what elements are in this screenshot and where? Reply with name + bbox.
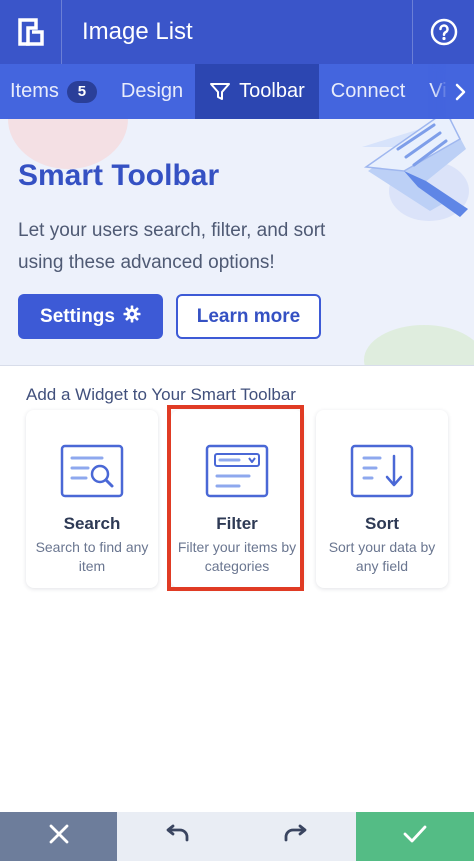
tab-connect[interactable]: Connect bbox=[319, 64, 418, 119]
banner-description: Let your users search, filter, and sort … bbox=[18, 220, 326, 273]
tab-design[interactable]: Design bbox=[109, 64, 195, 119]
filter-widget-name: Filter bbox=[216, 514, 258, 533]
items-count-badge: 5 bbox=[66, 80, 97, 103]
tab-toolbar[interactable]: Toolbar bbox=[195, 64, 319, 119]
undo-button[interactable] bbox=[117, 812, 236, 861]
settings-button[interactable]: Settings bbox=[18, 294, 163, 339]
logo-icon[interactable] bbox=[0, 0, 62, 64]
app-title: Image List bbox=[82, 18, 193, 45]
close-button[interactable] bbox=[0, 812, 117, 861]
widgets-heading: Add a Widget to Your Smart Toolbar bbox=[26, 385, 296, 404]
sort-widget-icon bbox=[350, 444, 414, 498]
smart-toolbar-banner: Smart Toolbar Let your users search, fil… bbox=[0, 119, 474, 366]
sort-widget-card[interactable]: Sort Sort your data by any field bbox=[316, 410, 448, 588]
tabs-scroll-right-icon[interactable] bbox=[446, 64, 474, 119]
decorative-blob bbox=[364, 325, 474, 365]
tab-view-label: Vi bbox=[429, 80, 447, 102]
filter-widget-icon bbox=[205, 444, 269, 498]
redo-button[interactable] bbox=[236, 812, 356, 861]
search-widget-name: Search bbox=[63, 514, 121, 533]
tab-items-label: Items bbox=[10, 80, 59, 102]
bottom-action-bar bbox=[0, 812, 474, 861]
search-widget-description: Search to find any item bbox=[35, 539, 149, 574]
funnel-icon bbox=[209, 82, 231, 102]
check-icon bbox=[402, 824, 428, 849]
sort-widget-name: Sort bbox=[365, 514, 399, 533]
undo-icon bbox=[163, 824, 191, 849]
redo-icon bbox=[282, 824, 310, 849]
filter-widget-description: Filter your items by categories bbox=[177, 539, 297, 574]
settings-button-label: Settings bbox=[40, 305, 115, 327]
tab-bar: Items 5 Design Toolbar Connect Vi bbox=[0, 64, 474, 119]
tab-design-label: Design bbox=[120, 80, 184, 102]
learn-more-button[interactable]: Learn more bbox=[176, 294, 321, 339]
tab-toolbar-label: Toolbar bbox=[239, 80, 305, 102]
tab-items[interactable]: Items 5 bbox=[0, 64, 109, 119]
banner-title: Smart Toolbar bbox=[18, 159, 220, 192]
gear-icon bbox=[123, 305, 141, 329]
filter-widget-card[interactable]: Filter Filter your items by categories bbox=[171, 410, 303, 588]
help-icon[interactable] bbox=[412, 0, 474, 64]
search-widget-card[interactable]: Search Search to find any item bbox=[26, 410, 158, 588]
search-widget-icon bbox=[60, 444, 124, 498]
sort-widget-description: Sort your data by any field bbox=[328, 539, 436, 574]
tab-connect-label: Connect bbox=[330, 80, 406, 102]
app-header: Image List bbox=[0, 0, 474, 64]
close-icon bbox=[48, 823, 70, 850]
confirm-button[interactable] bbox=[356, 812, 474, 861]
